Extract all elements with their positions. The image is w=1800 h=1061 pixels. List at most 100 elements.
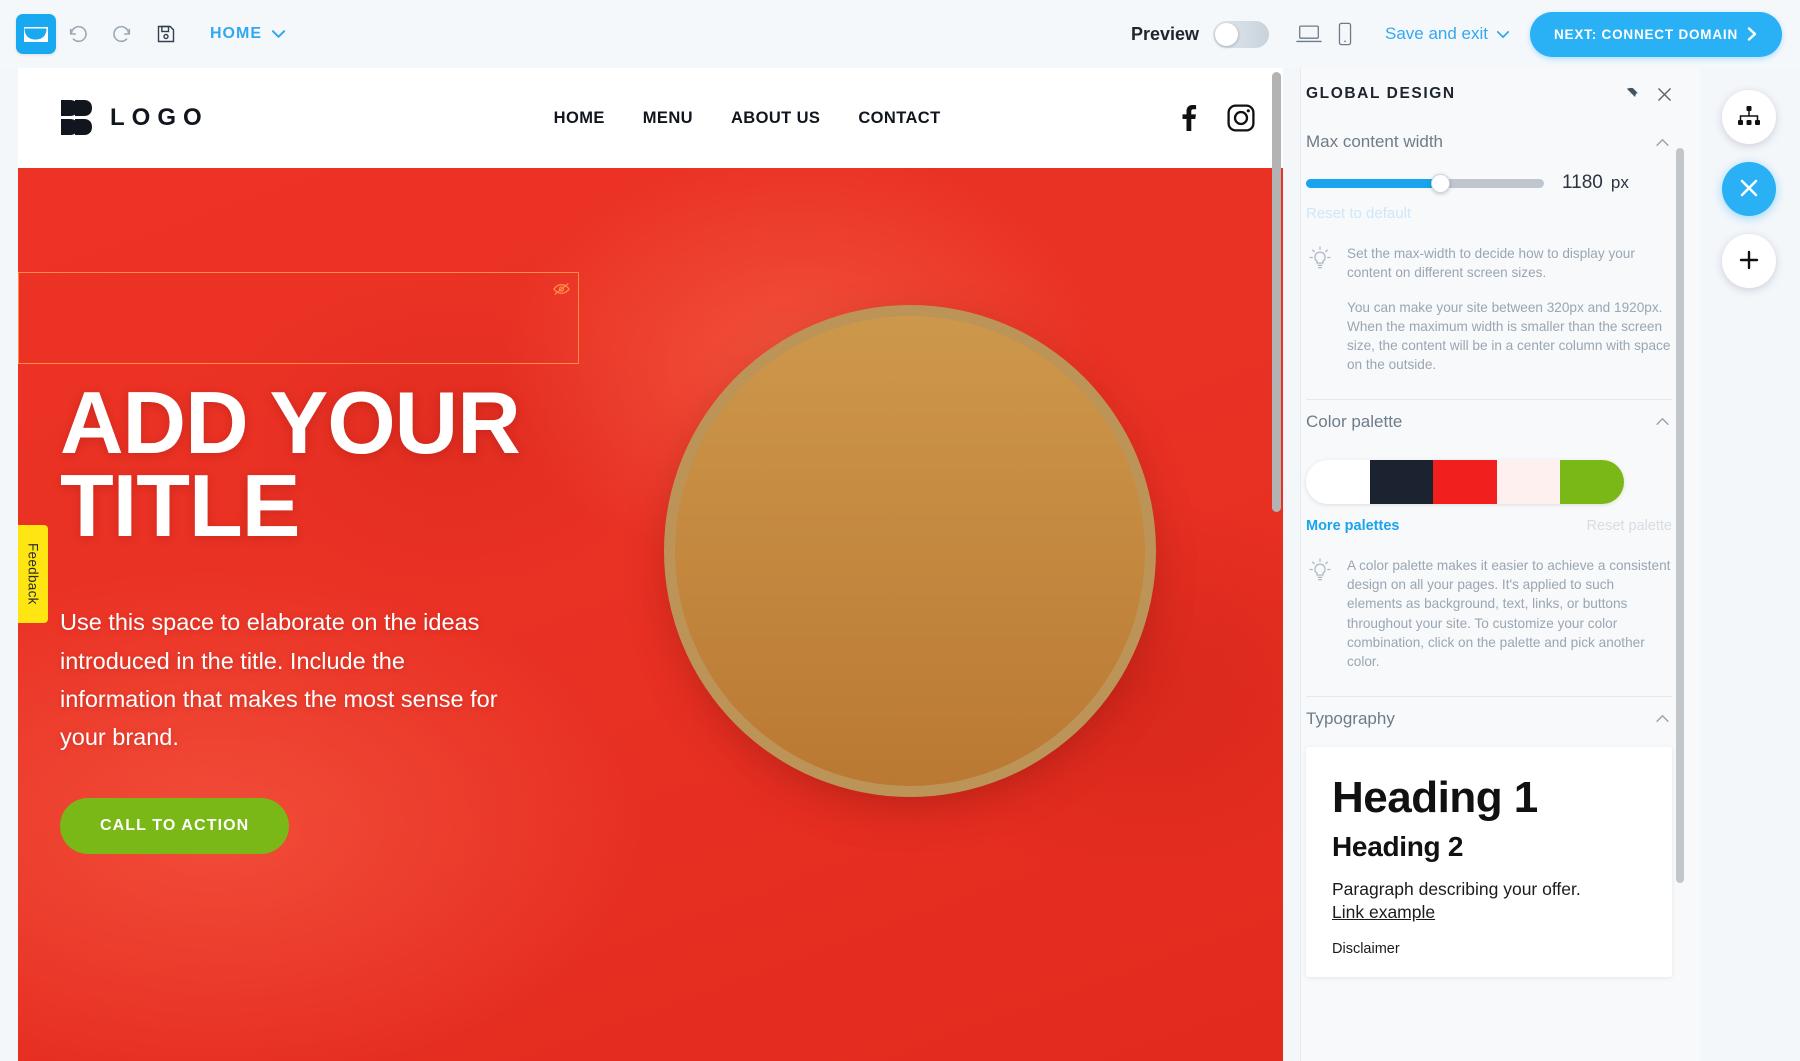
feedback-tab-label: Feedback [25,543,41,605]
hint-paragraph-1: Set the max-width to decide how to displ… [1347,246,1635,281]
panel-scrollbar-thumb[interactable] [1676,148,1684,883]
site-logo[interactable]: LOGO [60,99,209,137]
hero-title[interactable]: ADD YOUR TITLE [60,378,540,549]
instagram-icon[interactable] [1227,104,1255,132]
section-max-content-width-header[interactable]: Max content width [1301,120,1700,164]
close-x-icon [1737,176,1761,203]
site-menu-item-contact[interactable]: CONTACT [858,109,940,128]
slider-fill [1306,178,1441,188]
reset-palette-link[interactable]: Reset palette [1587,518,1672,534]
mobile-phone-icon[interactable] [1327,14,1363,54]
preview-label: Preview [1130,23,1199,44]
save-and-exit-label: Save and exit [1384,24,1488,43]
swatch-4[interactable] [1496,459,1561,504]
canvas-scrollbar[interactable] [1272,72,1281,1057]
chevron-up-icon[interactable] [1655,711,1670,726]
typography-paragraph: Paragraph describing your offer. [1332,878,1581,899]
chevron-right-icon [1747,27,1757,41]
chevron-down-icon [271,30,286,38]
laptop-icon[interactable] [1291,14,1327,54]
slider-handle[interactable] [1431,173,1450,193]
site-menu-item-menu[interactable]: MENU [643,109,693,128]
site-navigation-bar[interactable]: LOGO HOME MENU ABOUT US CONTACT [18,68,1283,168]
panel-header: GLOBAL DESIGN [1301,68,1700,120]
max-width-slider-row: 1180 px [1301,164,1700,194]
section-typography-header[interactable]: Typography [1301,697,1700,741]
section-title: Max content width [1306,132,1444,151]
panel-header-actions [1624,87,1672,102]
feedback-tab[interactable]: Feedback [18,525,48,623]
pin-icon[interactable] [1624,87,1639,102]
panel-scroll-body: Max content width 1180 px Reset to defau… [1301,120,1700,1061]
global-design-panel: GLOBAL DESIGN Max content width 1180 px … [1300,68,1700,1061]
lightbulb-idea-icon [1309,556,1333,672]
swatch-3[interactable] [1433,459,1497,504]
website-builder-app: HOME Preview Save and exit NEXT: CONNECT… [0,0,1800,1061]
site-logo-text: LOGO [110,104,209,131]
typography-preview-card[interactable]: Heading 1 Heading 2 Paragraph describing… [1306,746,1672,977]
palette-links: More palettes Reset palette [1301,504,1700,534]
typography-link-example[interactable]: Link example [1332,902,1435,923]
swatch-2[interactable] [1369,459,1434,504]
canvas-scrollbar-thumb[interactable] [1272,72,1281,512]
hero-subtitle[interactable]: Use this space to elaborate on the ideas… [60,603,500,755]
color-palette-hint-text: A color palette makes it easier to achie… [1347,556,1672,672]
close-x-icon[interactable] [1657,87,1672,102]
lightbulb-idea-icon [1309,244,1333,375]
hero-section[interactable]: ADD YOUR TITLE Use this space to elabora… [18,168,1283,1061]
hint-paragraph: A color palette makes it easier to achie… [1347,557,1671,670]
hint-paragraph-2: You can make your site between 320px and… [1347,299,1671,373]
page-selector[interactable]: HOME [210,25,286,43]
toolbar-right-group: Preview Save and exit NEXT: CONNECT DOMA… [1130,11,1800,57]
page-selector-label: HOME [210,25,262,42]
max-width-hint: Set the max-width to decide how to displ… [1301,222,1700,385]
typography-disclaimer: Disclaimer [1332,940,1400,957]
floating-action-rail [1722,90,1776,288]
max-width-slider[interactable] [1306,173,1544,193]
hero-content: ADD YOUR TITLE Use this space to elabora… [18,378,1283,854]
next-connect-domain-button[interactable]: NEXT: CONNECT DOMAIN [1530,11,1782,57]
double-chevron-brand-icon [61,100,92,135]
sitemap-button[interactable] [1722,90,1776,144]
color-palette-row [1301,444,1700,504]
toolbar-left-group: HOME [0,12,286,56]
site-menu-item-about-us[interactable]: ABOUT US [731,109,820,128]
facebook-icon[interactable] [1180,104,1197,132]
max-width-value[interactable]: 1180 [1562,172,1603,194]
section-title: Color palette [1306,411,1403,431]
sitemap-hierarchy-icon [1737,105,1761,130]
mail-envelope-icon[interactable] [16,14,56,54]
section-title: Typography [1306,708,1395,728]
site-social-links [1180,104,1255,132]
panel-scrollbar[interactable] [1676,148,1684,1028]
max-width-hint-text: Set the max-width to decide how to displ… [1347,244,1672,375]
swatch-5[interactable] [1560,459,1624,504]
preview-toggle-knob [1214,22,1238,46]
floppy-disk-save-icon[interactable] [144,12,188,56]
undo-arrow-icon[interactable] [56,12,100,56]
site-menu-item-home[interactable]: HOME [554,109,605,128]
eye-slash-hidden-icon[interactable] [552,280,570,298]
site-menu: HOME MENU ABOUT US CONTACT [554,109,941,128]
chevron-up-icon[interactable] [1655,414,1670,429]
hero-call-to-action-button[interactable]: CALL TO ACTION [60,797,290,854]
more-palettes-link[interactable]: More palettes [1306,518,1399,534]
typography-heading-2: Heading 2 [1332,830,1464,862]
section-color-palette-header[interactable]: Color palette [1301,400,1700,444]
plus-add-icon [1737,248,1761,275]
top-toolbar: HOME Preview Save and exit NEXT: CONNECT… [0,0,1800,68]
swatch-1[interactable] [1306,459,1370,504]
panel-title: GLOBAL DESIGN [1306,85,1456,102]
next-button-label: NEXT: CONNECT DOMAIN [1554,26,1738,42]
redo-arrow-icon[interactable] [100,12,144,56]
close-panel-button[interactable] [1722,162,1776,216]
color-palette-hint: A color palette makes it easier to achie… [1301,534,1700,682]
save-and-exit-button[interactable]: Save and exit [1385,24,1510,44]
color-palette-swatches[interactable] [1306,459,1624,504]
site-preview-canvas[interactable]: LOGO HOME MENU ABOUT US CONTACT ADD YOUR… [18,68,1283,1061]
preview-toggle[interactable] [1212,20,1269,48]
selected-element-outline[interactable] [18,272,579,364]
chevron-up-icon[interactable] [1655,135,1670,150]
reset-to-default-link[interactable]: Reset to default [1301,194,1700,222]
add-element-button[interactable] [1722,234,1776,288]
